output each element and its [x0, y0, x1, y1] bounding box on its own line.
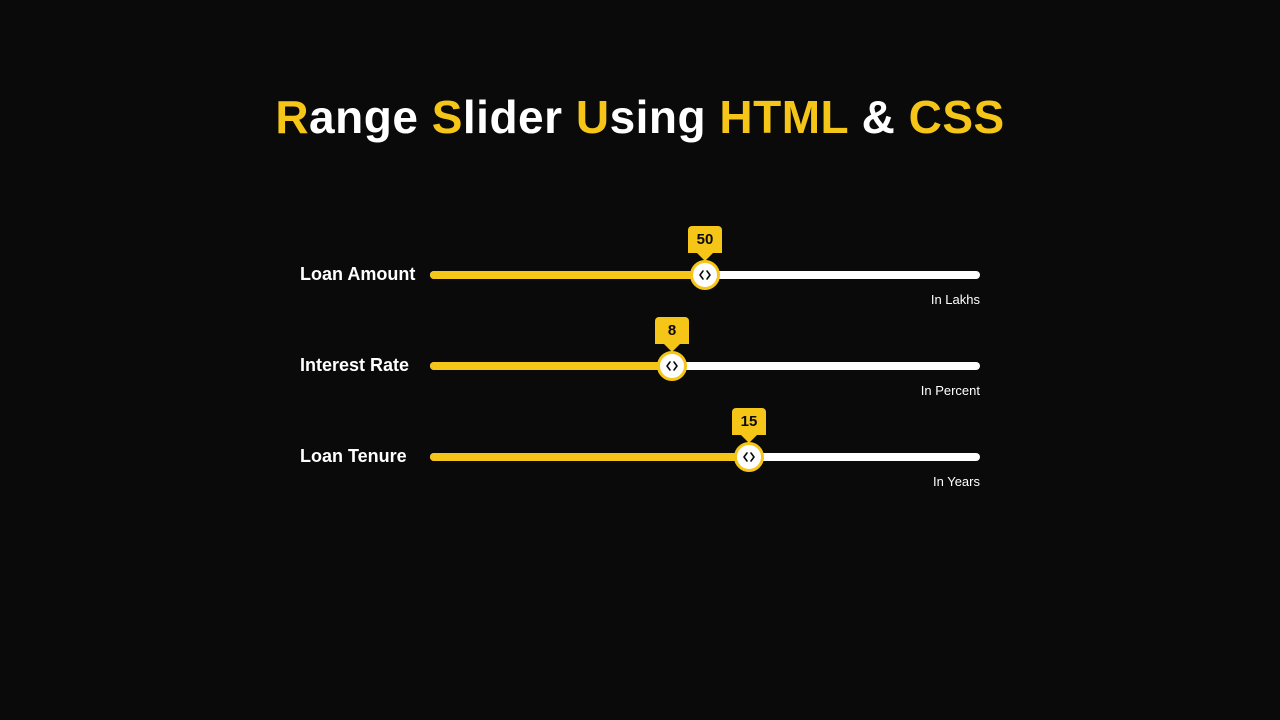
slider-track-fill: [430, 362, 672, 370]
slider-unit: In Years: [933, 474, 980, 489]
slider-track-fill: [430, 271, 705, 279]
slider-loan-amount: Loan Amount 50 In Lakhs: [300, 264, 980, 285]
slider-track[interactable]: 15: [430, 453, 980, 461]
slider-thumb[interactable]: [734, 442, 764, 472]
slider-value-badge: 15: [732, 408, 766, 435]
slider-loan-tenure: Loan Tenure 15 In Years: [300, 446, 980, 467]
slider-label: Interest Rate: [300, 355, 430, 376]
drag-handle-icon: [666, 360, 678, 372]
slider-unit: In Percent: [921, 383, 980, 398]
slider-label: Loan Amount: [300, 264, 430, 285]
slider-track[interactable]: 8: [430, 362, 980, 370]
drag-handle-icon: [699, 269, 711, 281]
slider-value-badge: 8: [655, 317, 689, 344]
page-title: Range Slider Using HTML & CSS: [275, 90, 1004, 144]
slider-group: Loan Amount 50 In Lakhs Interest Rate 8: [300, 264, 980, 467]
slider-unit: In Lakhs: [931, 292, 980, 307]
slider-label: Loan Tenure: [300, 446, 430, 467]
slider-interest-rate: Interest Rate 8 In Percent: [300, 355, 980, 376]
drag-handle-icon: [743, 451, 755, 463]
slider-value-badge: 50: [688, 226, 722, 253]
slider-thumb[interactable]: [657, 351, 687, 381]
slider-thumb[interactable]: [690, 260, 720, 290]
slider-track[interactable]: 50: [430, 271, 980, 279]
slider-track-fill: [430, 453, 749, 461]
